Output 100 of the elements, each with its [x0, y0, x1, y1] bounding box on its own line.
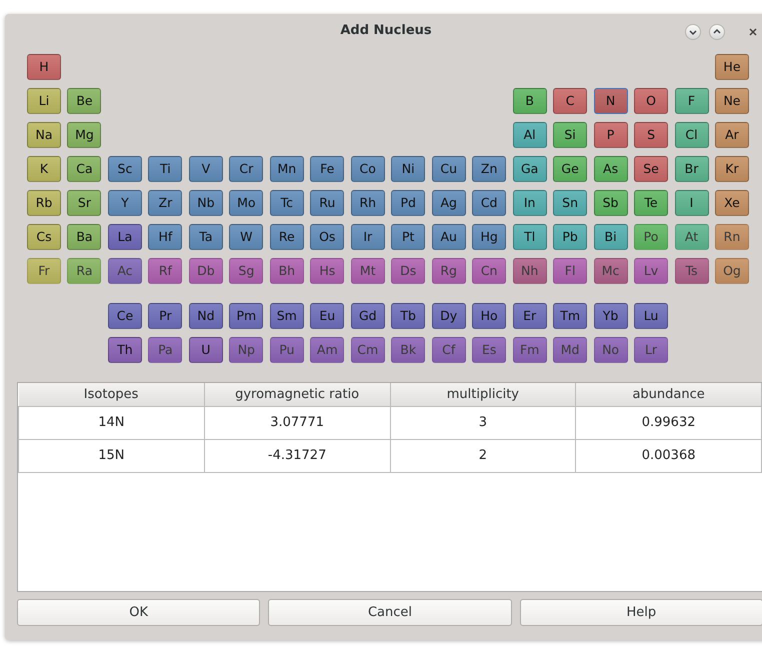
- element-button[interactable]: He: [714, 54, 749, 80]
- element-button[interactable]: Mo: [229, 190, 264, 216]
- element-button[interactable]: Sc: [108, 156, 142, 182]
- element-button[interactable]: F: [674, 88, 708, 114]
- element-button[interactable]: Ba: [67, 224, 102, 250]
- element-button[interactable]: P: [594, 122, 628, 148]
- element-button[interactable]: Tl: [512, 224, 547, 250]
- column-header[interactable]: gyromagnetic ratio: [204, 383, 390, 406]
- element-button[interactable]: Ce: [108, 303, 142, 329]
- element-button[interactable]: Tm: [553, 303, 588, 329]
- element-button[interactable]: Xe: [714, 190, 749, 216]
- element-button[interactable]: Al: [512, 122, 547, 148]
- element-button[interactable]: Ti: [148, 156, 182, 182]
- element-button[interactable]: U: [188, 337, 223, 363]
- element-button[interactable]: In: [512, 190, 547, 216]
- element-button[interactable]: Hg: [472, 224, 506, 250]
- element-button[interactable]: Nb: [188, 190, 223, 216]
- element-button[interactable]: Ar: [714, 122, 749, 148]
- element-button[interactable]: Cs: [27, 224, 61, 250]
- element-button[interactable]: Be: [67, 88, 102, 114]
- element-button[interactable]: Lu: [634, 303, 668, 329]
- element-button[interactable]: B: [512, 88, 547, 114]
- element-button[interactable]: Mg: [67, 122, 102, 148]
- element-button[interactable]: Er: [512, 303, 547, 329]
- element-button[interactable]: S: [634, 122, 668, 148]
- element-button[interactable]: Co: [350, 156, 385, 182]
- element-button[interactable]: Th: [108, 337, 142, 363]
- dialog-button[interactable]: OK: [17, 599, 260, 626]
- element-button[interactable]: Kr: [714, 156, 749, 182]
- element-button[interactable]: I: [674, 190, 708, 216]
- column-header[interactable]: Isotopes: [18, 383, 204, 406]
- table-cell: 2: [390, 439, 576, 472]
- element-button[interactable]: Sn: [553, 190, 588, 216]
- element-button[interactable]: H: [27, 54, 61, 80]
- element-button[interactable]: Ag: [432, 190, 466, 216]
- element-button[interactable]: As: [594, 156, 628, 182]
- element-button[interactable]: Cd: [472, 190, 506, 216]
- element-button[interactable]: La: [108, 224, 142, 250]
- element-button[interactable]: Sr: [67, 190, 102, 216]
- element-button[interactable]: Dy: [432, 303, 466, 329]
- element-button[interactable]: Rh: [350, 190, 385, 216]
- dialog-button[interactable]: Help: [520, 599, 762, 626]
- element-button[interactable]: Au: [432, 224, 466, 250]
- element-button[interactable]: Ir: [350, 224, 385, 250]
- element-button[interactable]: Eu: [310, 303, 344, 329]
- element-button[interactable]: Pt: [391, 224, 426, 250]
- window-title: Add Nucleus: [340, 22, 432, 40]
- element-button[interactable]: C: [553, 88, 588, 114]
- element-button[interactable]: Te: [634, 190, 668, 216]
- element-button[interactable]: Mn: [270, 156, 304, 182]
- element-button[interactable]: Br: [674, 156, 708, 182]
- element-button[interactable]: Pb: [553, 224, 588, 250]
- close-icon: [747, 26, 759, 38]
- element-button[interactable]: Y: [108, 190, 142, 216]
- element-button[interactable]: Bi: [594, 224, 628, 250]
- element-button[interactable]: Cr: [229, 156, 264, 182]
- element-button[interactable]: Tc: [270, 190, 304, 216]
- minimize-button[interactable]: [685, 24, 701, 40]
- element-button[interactable]: Gd: [350, 303, 385, 329]
- table-cell: 15N: [18, 439, 204, 472]
- element-button[interactable]: Zn: [472, 156, 506, 182]
- element-button[interactable]: Hf: [148, 224, 182, 250]
- table-cell: 14N: [18, 406, 204, 439]
- element-button[interactable]: Sm: [270, 303, 304, 329]
- element-button[interactable]: Pm: [229, 303, 264, 329]
- element-button[interactable]: Cu: [432, 156, 466, 182]
- element-button[interactable]: N: [594, 88, 628, 114]
- element-button[interactable]: Fe: [310, 156, 344, 182]
- table-cell: 3.07771: [204, 406, 390, 439]
- column-header[interactable]: abundance: [576, 383, 762, 406]
- element-button[interactable]: Re: [270, 224, 304, 250]
- element-button[interactable]: K: [27, 156, 61, 182]
- element-button[interactable]: Se: [634, 156, 668, 182]
- element-button[interactable]: Ne: [714, 88, 749, 114]
- element-button[interactable]: Tb: [391, 303, 426, 329]
- element-button[interactable]: Na: [27, 122, 61, 148]
- element-button[interactable]: Ni: [391, 156, 426, 182]
- maximize-button[interactable]: [709, 24, 725, 40]
- dialog-button[interactable]: Cancel: [268, 599, 512, 626]
- element-button[interactable]: W: [229, 224, 264, 250]
- element-button[interactable]: Pr: [148, 303, 182, 329]
- element-button[interactable]: V: [188, 156, 223, 182]
- element-button[interactable]: Os: [310, 224, 344, 250]
- column-header[interactable]: multiplicity: [390, 383, 576, 406]
- element-button[interactable]: Sb: [594, 190, 628, 216]
- element-button[interactable]: Yb: [594, 303, 628, 329]
- element-button[interactable]: Ga: [512, 156, 547, 182]
- element-button[interactable]: Ru: [310, 190, 344, 216]
- element-button[interactable]: Rb: [27, 190, 61, 216]
- element-button[interactable]: Zr: [148, 190, 182, 216]
- element-button[interactable]: Pd: [391, 190, 426, 216]
- element-button[interactable]: Li: [27, 88, 61, 114]
- element-button[interactable]: Nd: [188, 303, 223, 329]
- element-button[interactable]: Ta: [188, 224, 223, 250]
- element-button[interactable]: Ca: [67, 156, 102, 182]
- element-button[interactable]: Cl: [674, 122, 708, 148]
- element-button[interactable]: Ge: [553, 156, 588, 182]
- element-button[interactable]: Ho: [472, 303, 506, 329]
- element-button[interactable]: Si: [553, 122, 588, 148]
- element-button[interactable]: O: [634, 88, 668, 114]
